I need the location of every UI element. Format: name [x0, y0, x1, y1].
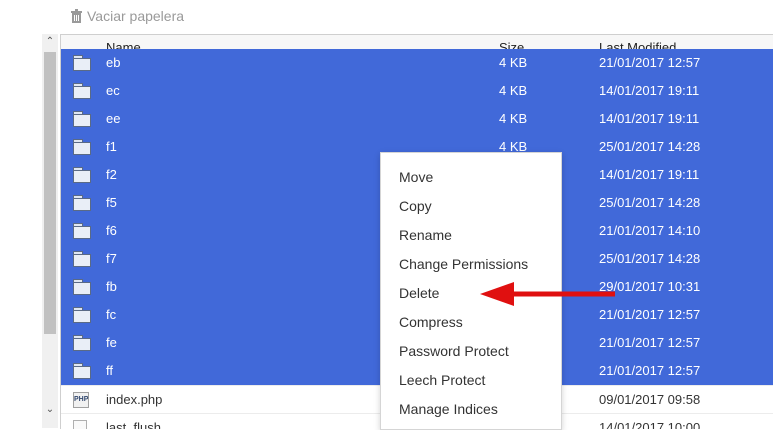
folder-icon — [73, 223, 91, 239]
file-name: fb — [106, 279, 117, 294]
file-name: ee — [106, 111, 121, 126]
folder-icon — [73, 363, 91, 379]
folder-icon — [73, 83, 91, 99]
empty-trash-label: Vaciar papelera — [87, 8, 185, 24]
folder-icon — [73, 279, 91, 295]
menu-item-password-protect[interactable]: Password Protect — [399, 343, 509, 359]
scroll-down-icon[interactable]: ⌄ — [42, 402, 58, 418]
file-modified: 21/01/2017 14:10 — [599, 223, 701, 238]
file-name: f2 — [106, 167, 117, 182]
folder-icon — [73, 139, 91, 155]
file-name: ff — [106, 363, 113, 378]
file-modified: 21/01/2017 12:57 — [599, 363, 701, 378]
file-name: f1 — [106, 139, 117, 154]
table-row[interactable]: eb 4 KB 21/01/2017 12:57 — [61, 49, 773, 77]
file-modified: 25/01/2017 14:28 — [599, 195, 701, 210]
vertical-scrollbar[interactable]: ⌃ ⌄ — [42, 34, 58, 428]
menu-item-move[interactable]: Move — [399, 169, 433, 185]
menu-item-delete[interactable]: Delete — [399, 285, 439, 301]
folder-icon — [73, 251, 91, 267]
php-file-icon: PHP — [73, 392, 91, 408]
folder-icon — [73, 111, 91, 127]
file-name: f5 — [106, 195, 117, 210]
file-modified: 25/01/2017 14:28 — [599, 139, 701, 154]
folder-icon — [73, 55, 91, 71]
file-modified: 21/01/2017 12:57 — [599, 335, 701, 350]
file-name: eb — [106, 55, 121, 70]
menu-item-copy[interactable]: Copy — [399, 198, 432, 214]
folder-icon — [73, 167, 91, 183]
annotation-arrow-icon — [480, 282, 615, 306]
menu-item-change-permissions[interactable]: Change Permissions — [399, 256, 528, 272]
file-modified: 14/01/2017 19:11 — [599, 111, 700, 126]
file-name: ec — [106, 83, 120, 98]
file-modified: 14/01/2017 19:11 — [599, 83, 700, 98]
scroll-up-icon[interactable]: ⌃ — [42, 34, 58, 50]
file-name: fc — [106, 307, 117, 322]
file-modified: 14/01/2017 19:11 — [599, 167, 700, 182]
file-name: f7 — [106, 251, 117, 266]
folder-icon — [73, 335, 91, 351]
menu-item-manage-indices[interactable]: Manage Indices — [399, 401, 498, 417]
table-row[interactable]: ee 4 KB 14/01/2017 19:11 — [61, 105, 773, 133]
file-size: 4 KB — [499, 55, 528, 70]
menu-item-rename[interactable]: Rename — [399, 227, 452, 243]
file-name: fe — [106, 335, 117, 350]
menu-item-leech-protect[interactable]: Leech Protect — [399, 372, 485, 388]
trash-icon — [71, 9, 82, 23]
table-row[interactable]: ec 4 KB 14/01/2017 19:11 — [61, 77, 773, 105]
file-size: 4 KB — [499, 83, 528, 98]
file-modified: 25/01/2017 14:28 — [599, 251, 701, 266]
file-modified: 09/01/2017 09:58 — [599, 392, 701, 407]
file-name: index.php — [106, 392, 163, 407]
folder-icon — [73, 307, 91, 323]
file-modified: 21/01/2017 12:57 — [599, 55, 701, 70]
menu-item-compress[interactable]: Compress — [399, 314, 463, 330]
file-name: f6 — [106, 223, 117, 238]
file-size: 4 KB — [499, 111, 528, 126]
folder-icon — [73, 195, 91, 211]
file-modified: 21/01/2017 12:57 — [599, 307, 701, 322]
empty-trash-button[interactable]: Vaciar papelera — [70, 6, 184, 26]
scrollbar-thumb[interactable] — [44, 52, 56, 334]
